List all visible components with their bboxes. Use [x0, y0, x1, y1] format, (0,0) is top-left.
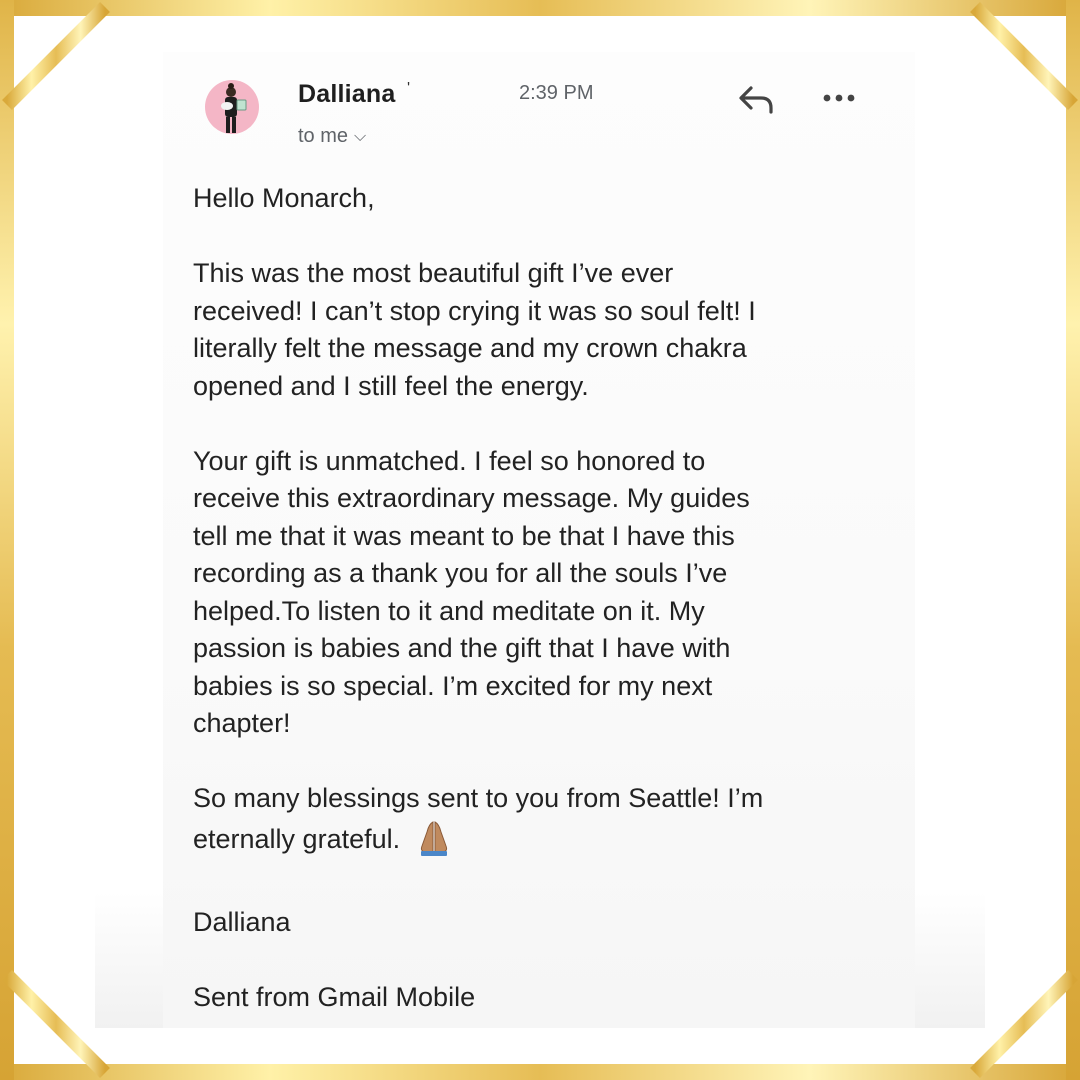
email-body: Hello Monarch, This was the most beautif…: [193, 180, 893, 1028]
corner-ornament-top-right: [970, 2, 1078, 110]
reply-button[interactable]: [737, 82, 777, 118]
body-line: receive this extraordinary message. My g…: [193, 483, 750, 513]
email-paragraph-3: So many blessings sent to you from Seatt…: [193, 780, 893, 866]
more-options-button[interactable]: [821, 86, 857, 110]
email-paragraph-2: Your gift is unmatched. I feel so honore…: [193, 443, 893, 743]
email-footer: Sent from Gmail Mobile: [193, 981, 476, 1012]
body-line: eternally grateful.: [193, 823, 401, 854]
sender-name: Dalliana: [298, 80, 396, 108]
email-signature: Dalliana: [193, 906, 291, 937]
email-timestamp: 2:39 PM: [519, 82, 594, 104]
body-line: chapter!: [193, 708, 291, 738]
body-line: passion is babies and the gift that I ha…: [193, 633, 731, 663]
body-line: So many blessings sent to you from Seatt…: [193, 783, 764, 813]
corner-ornament-bottom-left: [2, 970, 110, 1078]
body-line: babies is so special. I’m excited for my…: [193, 670, 713, 701]
email-paragraph-1: This was the most beautiful gift I’ve ev…: [193, 255, 893, 405]
body-line: recording as a thank you for all the sou…: [193, 558, 728, 588]
corner-ornament-bottom-right: [970, 970, 1078, 1078]
body-line: helped.To listen to it and meditate on i…: [193, 595, 705, 626]
email-greeting: Hello Monarch,: [193, 183, 375, 213]
folded-hands-emoji-icon: [414, 818, 454, 867]
email-card: Dalliana ' to me ⌵ 2:39 PM Hello Monarch,…: [95, 52, 985, 1028]
testimonial-graphic: Dalliana ' to me ⌵ 2:39 PM Hello Monarch,…: [0, 0, 1080, 1080]
reply-arrow-icon: [739, 86, 773, 114]
body-line: literally felt the message and my crown …: [193, 333, 747, 363]
sender-name-suffix: ': [407, 80, 411, 97]
body-line: received! I can’t stop crying it was so …: [193, 295, 756, 326]
sender-avatar[interactable]: [205, 80, 259, 134]
body-line: Your gift is unmatched. I feel so honore…: [193, 445, 706, 476]
recipient-label: to me: [298, 125, 349, 147]
body-line: opened and I still feel the energy.: [193, 370, 589, 401]
chevron-down-icon: ⌵: [354, 128, 367, 145]
recipient-toggle[interactable]: to me ⌵: [298, 125, 366, 148]
body-line: This was the most beautiful gift I’ve ev…: [193, 258, 674, 288]
more-options-icon: [823, 94, 855, 102]
body-line: tell me that it was meant to be that I h…: [193, 520, 735, 551]
person-holding-baby-icon: [205, 80, 259, 134]
